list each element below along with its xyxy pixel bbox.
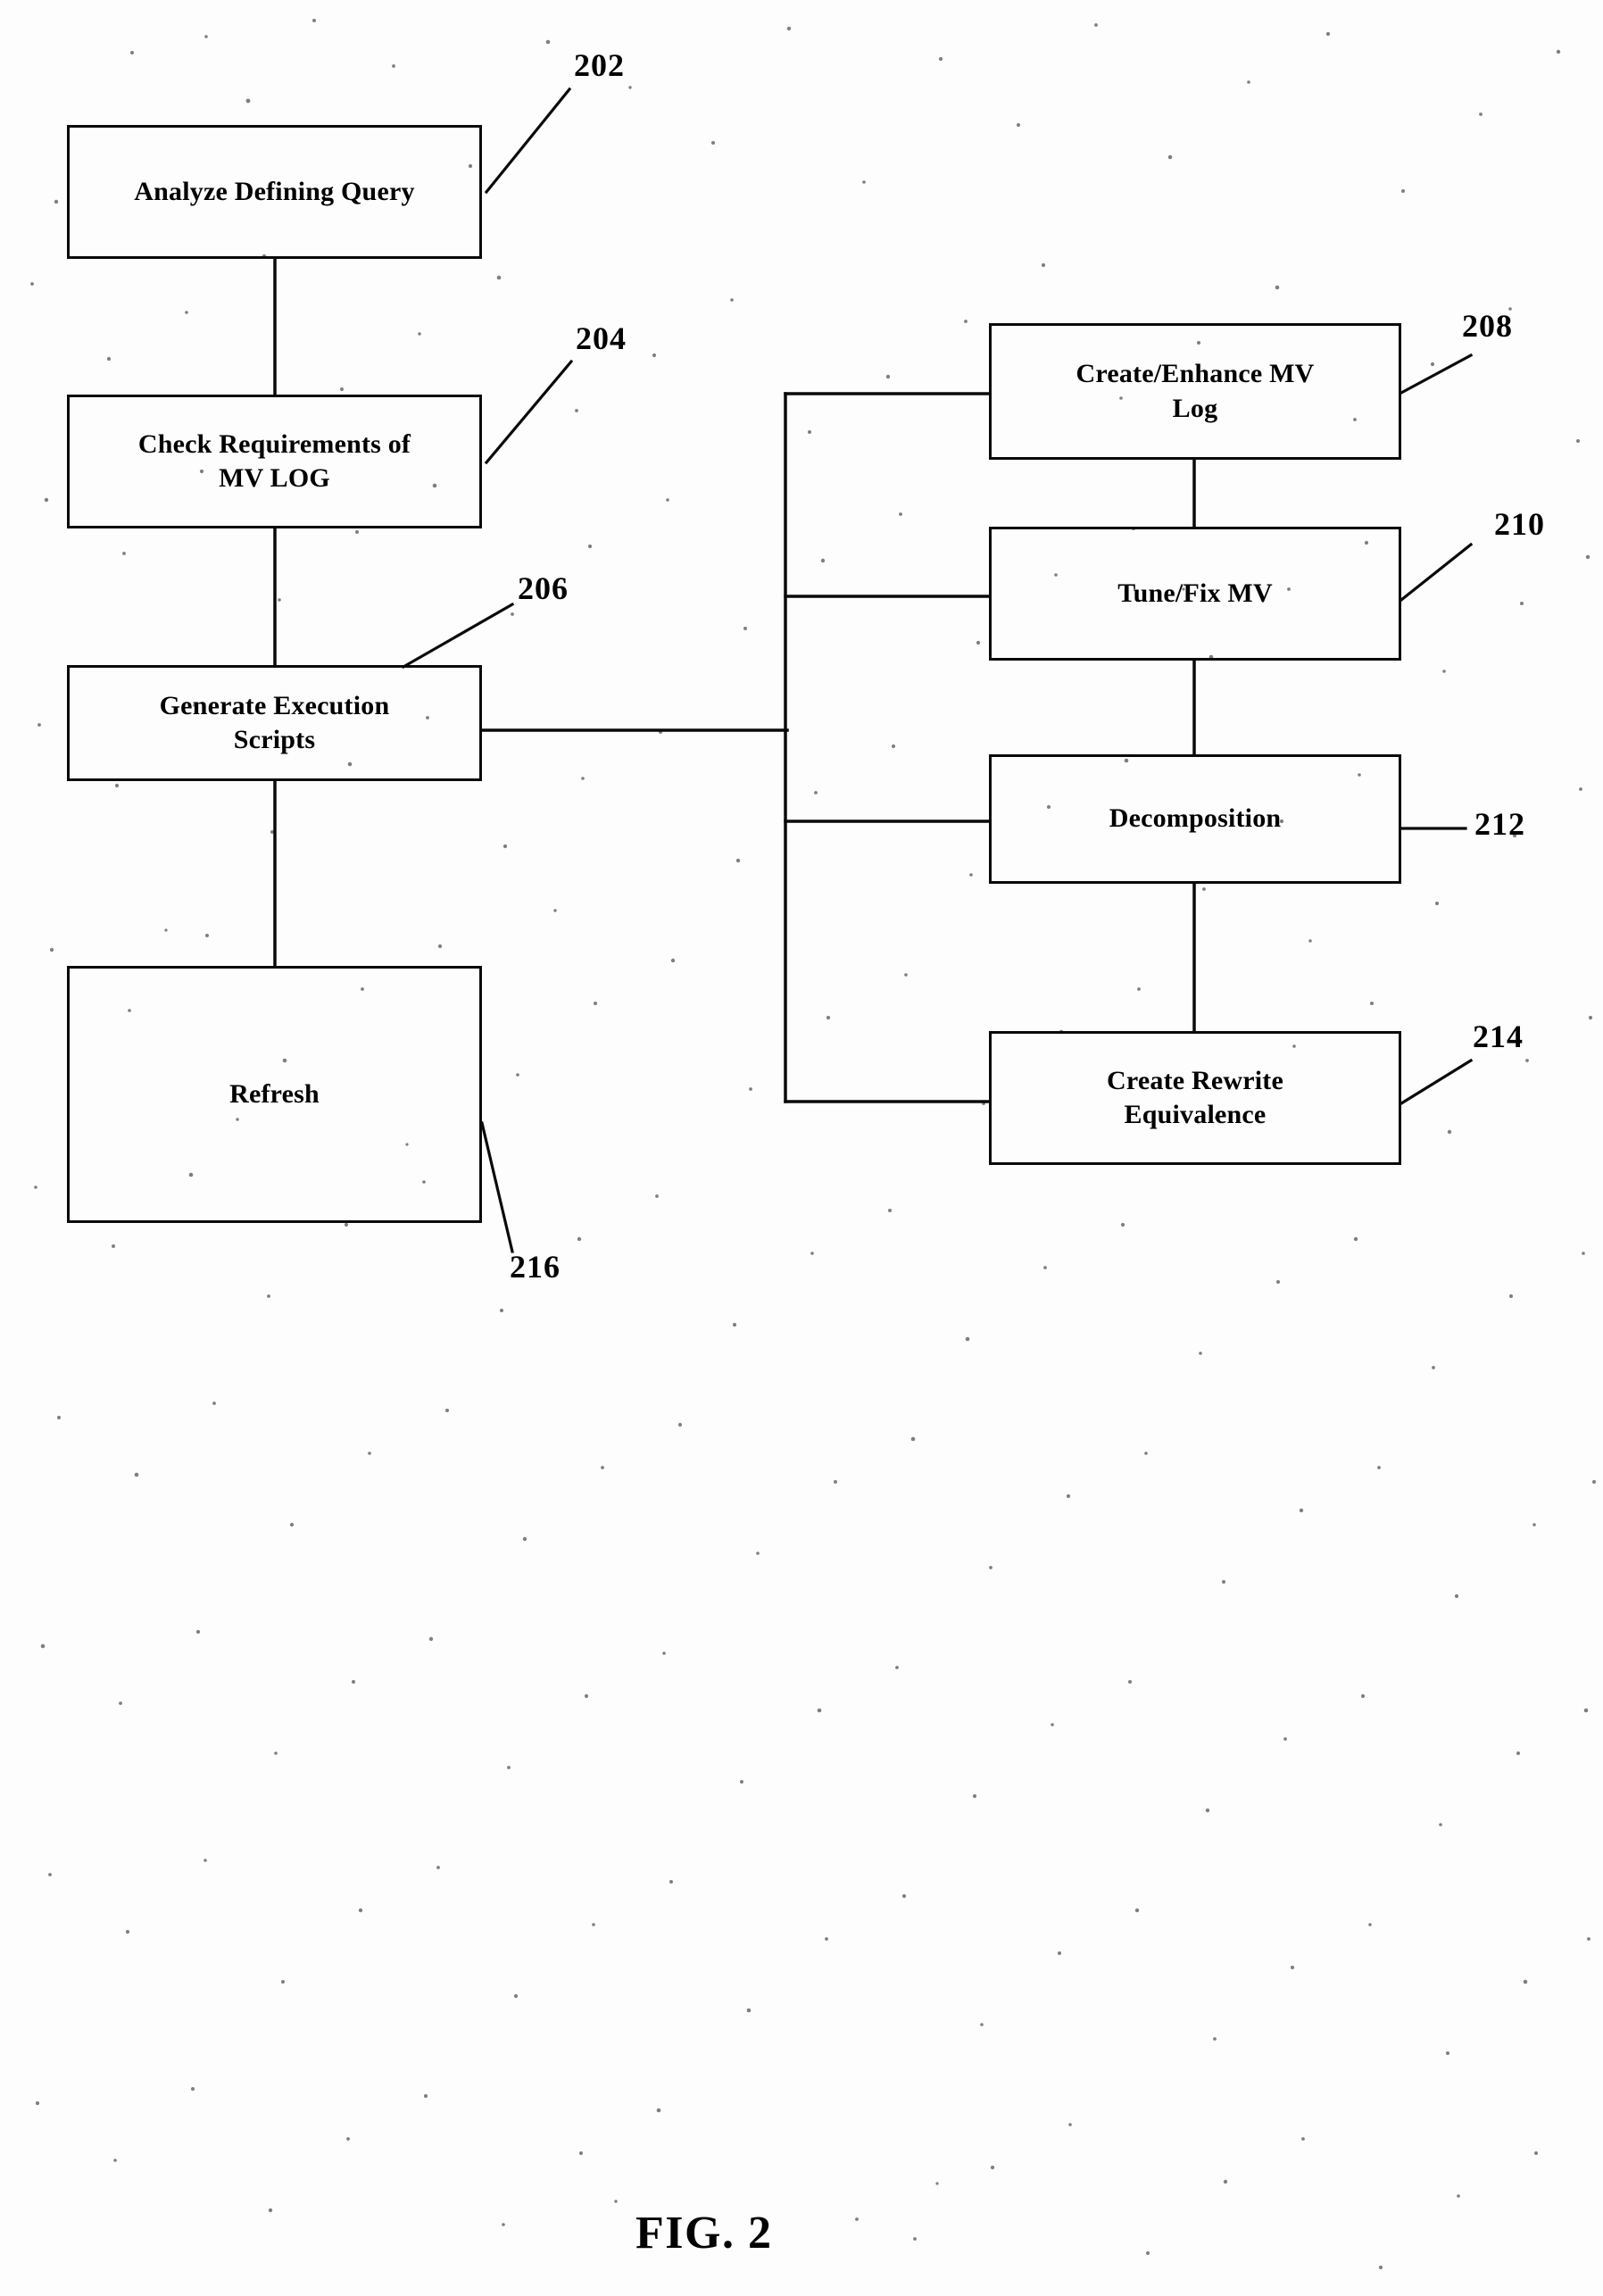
process-box-214[interactable]: Create Rewrite Equivalence (989, 1031, 1401, 1165)
process-box-210-label: Tune/Fix MV (1117, 578, 1273, 608)
process-box-202[interactable]: Analyze Defining Query (67, 125, 482, 259)
reference-numeral-206: 206 (518, 570, 569, 606)
process-box-208[interactable]: Create/Enhance MV Log (989, 323, 1401, 460)
leader-210 (1399, 542, 1474, 603)
reference-numeral-210: 210 (1494, 506, 1545, 542)
process-box-202-label: Analyze Defining Query (134, 176, 415, 206)
process-box-204-label: Check Requirements of MV LOG (137, 428, 411, 493)
reference-numeral-204: 204 (576, 320, 627, 356)
reference-numeral-216: 216 (510, 1249, 561, 1285)
patent-figure-page: Analyze Defining Query Check Requirement… (0, 0, 1603, 2296)
reference-numeral-208: 208 (1462, 308, 1513, 344)
leader-206 (401, 602, 515, 670)
leader-214 (1399, 1058, 1474, 1106)
leader-208 (1399, 353, 1474, 395)
process-box-208-label: Create/Enhance MV Log (1076, 359, 1315, 423)
reference-numeral-214: 214 (1473, 1019, 1524, 1054)
process-box-206[interactable]: Generate Execution Scripts (67, 665, 482, 781)
process-box-212-label: Decomposition (1109, 803, 1282, 834)
leader-204 (484, 359, 574, 465)
reference-numeral-202: 202 (574, 47, 625, 83)
reference-numeral-212: 212 (1474, 806, 1525, 842)
process-box-212[interactable]: Decomposition (989, 754, 1401, 884)
process-box-206-label: Generate Execution Scripts (159, 690, 390, 754)
process-box-210[interactable]: Tune/Fix MV (989, 527, 1401, 661)
process-box-214-label: Create Rewrite Equivalence (1107, 1065, 1283, 1129)
leader-202 (484, 87, 572, 195)
process-box-204[interactable]: Check Requirements of MV LOG (67, 395, 482, 528)
figure-caption: FIG. 2 (635, 2208, 773, 2259)
process-box-216-label: Refresh (229, 1078, 320, 1109)
leader-216 (480, 1121, 514, 1253)
process-box-216-refresh[interactable]: Refresh (67, 966, 482, 1223)
